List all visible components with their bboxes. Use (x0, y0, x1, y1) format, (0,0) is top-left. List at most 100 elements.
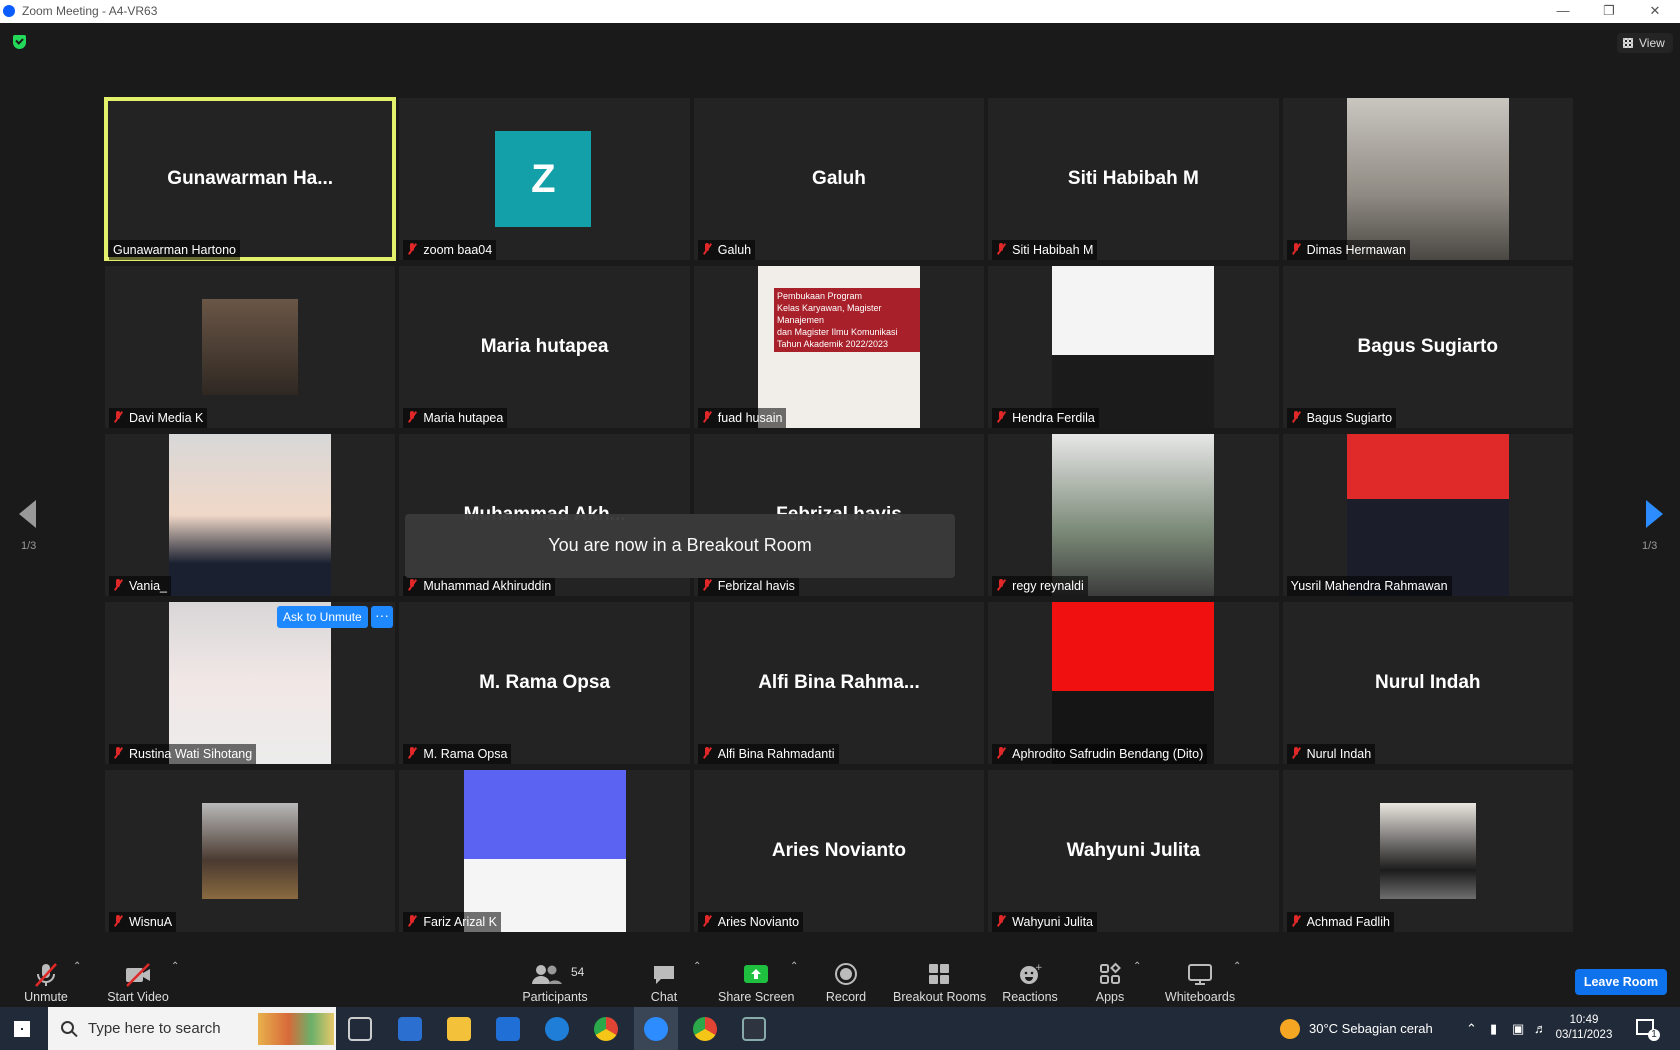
notifications-icon[interactable]: 1 (1636, 1019, 1660, 1041)
apps-options-caret-icon[interactable]: ⌃ (1133, 961, 1141, 972)
participant-tile[interactable]: WisnuA (105, 770, 396, 932)
participant-tile[interactable]: Hendra Ferdila (988, 266, 1279, 428)
participant-name: Achmad Fadlih (1306, 915, 1390, 929)
volume-icon[interactable]: ♬ (1534, 1007, 1547, 1050)
chrome-profile-icon[interactable] (693, 1017, 717, 1041)
share-options-caret-icon[interactable]: ⌃ (790, 961, 798, 972)
weather-sun-icon[interactable] (1280, 1019, 1300, 1039)
audio-options-caret-icon[interactable]: ⌃ (73, 961, 81, 972)
share-screen-button[interactable]: Share Screen (718, 945, 794, 1007)
start-video-button[interactable]: Start Video (98, 945, 178, 1007)
share-screen-label: Share Screen (718, 990, 795, 1004)
view-button[interactable]: View (1617, 33, 1673, 53)
security-shield-icon[interactable] (13, 35, 26, 49)
restore-icon[interactable]: ❐ (1586, 0, 1632, 23)
participant-tile[interactable]: M. Rama Opsa M. Rama Opsa (399, 602, 690, 764)
participant-name-label: Maria hutapea (403, 408, 508, 428)
participant-tile[interactable]: Maria hutapea Maria hutapea (399, 266, 690, 428)
participant-video (1346, 98, 1509, 260)
windows-start-icon[interactable] (14, 1021, 30, 1037)
participant-name: Nurul Indah (1306, 747, 1372, 761)
next-page-arrow[interactable] (1646, 500, 1663, 528)
avatar: Z (495, 131, 592, 227)
participant-tile[interactable]: Dimas Hermawan (1282, 98, 1573, 260)
participant-tile[interactable]: Nurul Indah Nurul Indah (1282, 602, 1573, 764)
participant-tile[interactable]: Galuh Galuh (693, 98, 985, 260)
microsoft-store-icon[interactable] (398, 1017, 422, 1041)
apps-button[interactable]: Apps (1090, 945, 1130, 1007)
participant-tile[interactable]: Achmad Fadlih (1282, 770, 1573, 932)
weather-text[interactable]: 30°C Sebagian cerah (1309, 1007, 1433, 1050)
muted-mic-icon (407, 915, 417, 927)
more-options-button[interactable]: ··· (371, 606, 393, 628)
participant-tile[interactable]: Gunawarman Ha... Gunawarman Hartono (103, 97, 397, 261)
chat-options-caret-icon[interactable]: ⌃ (693, 961, 701, 972)
participant-name: Gunawarman Hartono (113, 243, 236, 257)
unmute-button[interactable]: Unmute (10, 945, 82, 1007)
whiteboards-options-caret-icon[interactable]: ⌃ (1233, 961, 1241, 972)
participant-name-label: Hendra Ferdila (992, 408, 1099, 428)
participant-tile[interactable]: Davi Media K (105, 266, 396, 428)
reactions-label: Reactions (1002, 990, 1058, 1004)
participant-tile[interactable]: Zzoom baa04 (399, 98, 690, 260)
video-off-icon (126, 963, 150, 987)
network-icon[interactable]: ▣ (1512, 1007, 1524, 1050)
participant-name: Dimas Hermawan (1306, 243, 1406, 257)
participant-name-label: Galuh (697, 240, 756, 260)
participant-video (169, 434, 332, 596)
video-options-caret-icon[interactable]: ⌃ (171, 961, 179, 972)
participant-video (1052, 266, 1215, 428)
participant-name: Fariz Arizal K (423, 915, 498, 929)
participant-tile[interactable]: Fariz Arizal K (399, 770, 690, 932)
reactions-icon: + (1020, 963, 1042, 984)
show-hidden-icons-icon[interactable]: ⌃ (1466, 1007, 1477, 1050)
participant-name-label: Dimas Hermawan (1286, 240, 1410, 260)
participant-name: Vania_ (129, 579, 167, 593)
previous-page-arrow[interactable] (19, 500, 36, 528)
muted-mic-icon (996, 747, 1006, 759)
participant-tile[interactable]: Pembukaan Program Kelas Karyawan, Magist… (693, 266, 985, 428)
leave-room-button[interactable]: Leave Room (1575, 969, 1667, 995)
mail-icon[interactable] (496, 1017, 520, 1041)
participant-name-label: Wahyuni Julita (992, 912, 1097, 932)
internet-explorer-icon[interactable] (545, 1017, 569, 1041)
participant-tile[interactable]: Alfi Bina Rahma... Alfi Bina Rahmadanti (693, 602, 985, 764)
zoom-logo-icon (3, 5, 15, 17)
participant-display-name: Maria hutapea (480, 336, 609, 357)
zoom-icon[interactable] (644, 1017, 668, 1041)
participant-display-name: Siti Habibah M (1067, 168, 1199, 189)
record-button[interactable]: Record (820, 945, 872, 1007)
participant-tile[interactable]: Yusril Mahendra Rahmawan (1282, 434, 1573, 596)
participant-tile[interactable]: Siti Habibah M Siti Habibah M (988, 98, 1279, 260)
participant-tile[interactable]: regy reynaldi (988, 434, 1279, 596)
microphone-tray-icon[interactable]: ▮ (1490, 1007, 1497, 1050)
participants-label: Participants (522, 990, 588, 1004)
participant-name: M. Rama Opsa (423, 747, 508, 761)
taskbar-clock[interactable]: 10:49 03/11/2023 (1553, 1013, 1615, 1043)
breakout-rooms-button[interactable]: Breakout Rooms (893, 945, 986, 1007)
chrome-icon[interactable] (594, 1017, 618, 1041)
close-icon[interactable]: ✕ (1632, 0, 1678, 23)
ask-to-unmute-button[interactable]: Ask to Unmute (277, 606, 368, 628)
participant-tile[interactable]: Bagus Sugiarto Bagus Sugiarto (1282, 266, 1573, 428)
task-view-icon[interactable] (348, 1017, 372, 1041)
participant-tile[interactable]: Aphrodito Safrudin Bendang (Dito) (988, 602, 1279, 764)
participant-tile[interactable]: Vania_ (105, 434, 396, 596)
participant-tile[interactable]: Aries Novianto Aries Novianto (693, 770, 985, 932)
participant-name: Galuh (717, 243, 752, 257)
participants-button[interactable]: 54 Participants (515, 945, 595, 1007)
chat-button[interactable]: Chat (636, 945, 692, 1007)
camera-app-icon[interactable] (742, 1017, 766, 1041)
muted-mic-icon (702, 243, 712, 255)
participant-name: Bagus Sugiarto (1306, 411, 1393, 425)
file-explorer-icon[interactable] (447, 1017, 471, 1041)
minimize-icon[interactable]: — (1540, 0, 1586, 23)
taskbar-search-box[interactable]: Type here to search (48, 1007, 336, 1050)
participant-name: Aphrodito Safrudin Bendang (Dito) (1012, 747, 1204, 761)
reactions-button[interactable]: + Reactions (1000, 945, 1060, 1007)
whiteboards-button[interactable]: Whiteboards (1162, 945, 1238, 1007)
participant-name: zoom baa04 (423, 243, 493, 257)
participant-tile[interactable]: Wahyuni Julita Wahyuni Julita (988, 770, 1279, 932)
muted-mic-icon (996, 915, 1006, 927)
participant-name-label: Rustina Wati Sihotang (109, 744, 257, 764)
